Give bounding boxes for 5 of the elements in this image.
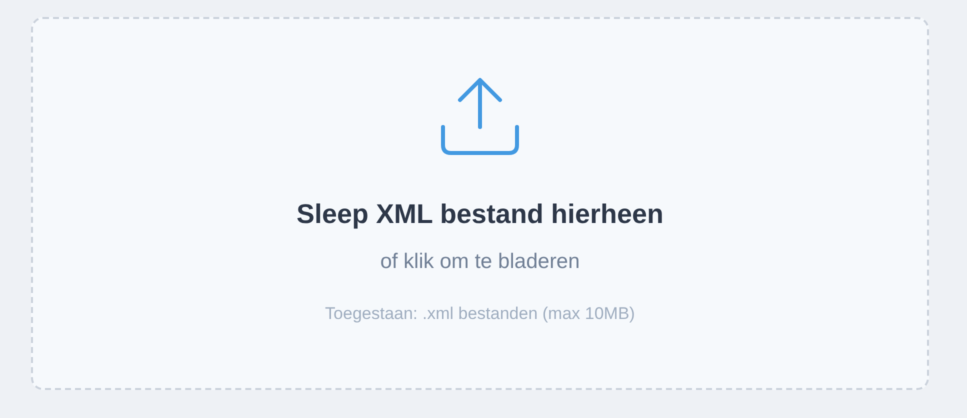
drop-zone[interactable]: Sleep XML bestand hierheen of klik om te bladeren Toegestaan: .xml bestanden (max 10MB) (31, 17, 929, 390)
drop-title: Sleep XML bestand hierheen (296, 199, 664, 230)
upload-icon (440, 77, 520, 157)
browse-text: of klik om te bladeren (380, 250, 580, 274)
allowed-files-hint: Toegestaan: .xml bestanden (max 10MB) (325, 304, 635, 324)
